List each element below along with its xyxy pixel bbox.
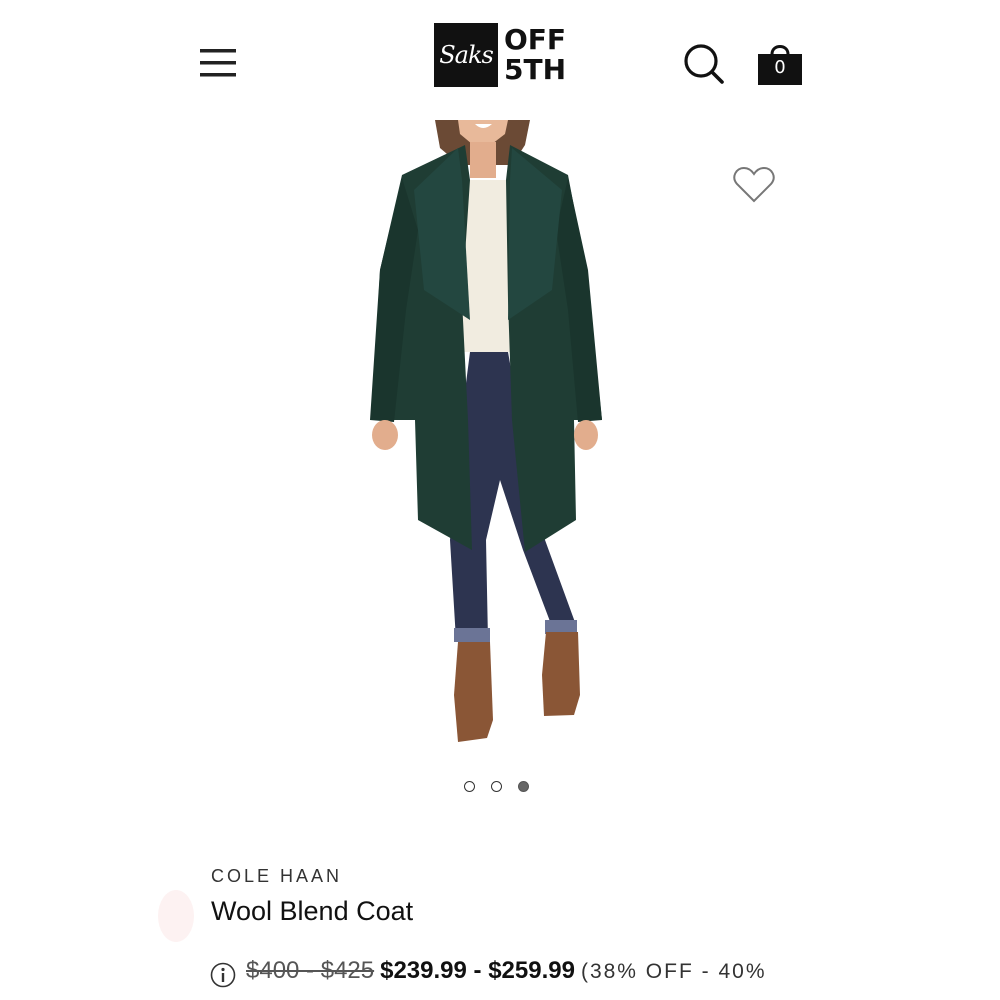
site-header: Saks OFF 5TH 0 <box>0 0 1000 120</box>
original-price: $400 - $425 <box>246 957 375 984</box>
discount-label: (38% OFF - 40% <box>580 960 767 983</box>
hamburger-menu-icon[interactable] <box>200 46 238 80</box>
product-title: Wool Blend Coat <box>211 896 414 926</box>
product-brand[interactable]: COLE HAAN <box>211 866 342 887</box>
logo-wordmark: OFF 5TH <box>504 25 566 85</box>
logo-mark: Saks <box>434 23 498 87</box>
decorative-blob <box>158 890 194 942</box>
carousel-dot-3[interactable] <box>518 781 529 792</box>
carousel-dots <box>464 781 529 792</box>
carousel-dot-1[interactable] <box>464 781 475 792</box>
price-row: $400 - $425 $239.99 - $259.99 (38% OFF -… <box>210 952 767 988</box>
logo-line-2: 5TH <box>504 53 567 86</box>
logo-line-1: OFF <box>504 23 567 56</box>
product-image[interactable] <box>340 120 640 760</box>
heart-icon[interactable] <box>732 165 776 205</box>
shopping-bag-icon[interactable] <box>756 40 804 88</box>
saks-off-5th-logo[interactable]: Saks OFF 5TH <box>434 23 566 87</box>
search-icon[interactable] <box>682 42 726 86</box>
sale-price: $239.99 - $259.99 <box>380 957 575 984</box>
info-icon[interactable] <box>210 962 236 988</box>
carousel-dot-2[interactable] <box>491 781 502 792</box>
logo-mark-text: Saks <box>439 41 494 69</box>
